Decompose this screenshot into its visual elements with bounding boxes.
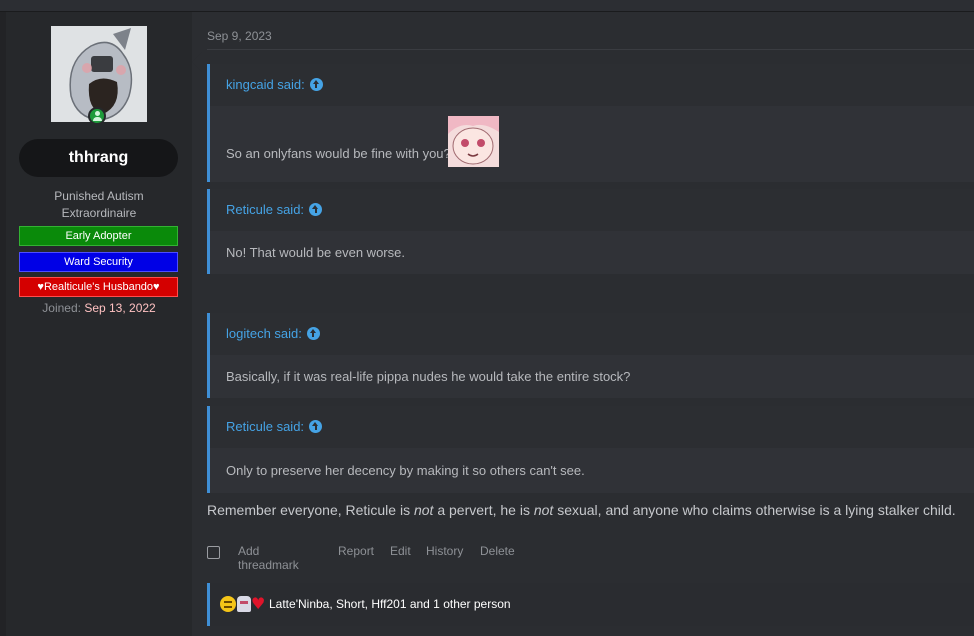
report-link[interactable]: Report	[338, 544, 374, 558]
quote-body: No! That would be even worse.	[210, 231, 974, 274]
jump-up-icon[interactable]	[306, 327, 320, 340]
username[interactable]: thhrang	[19, 139, 178, 177]
quote-text: So an onlyfans would be fine with you?	[226, 146, 451, 161]
message-emphasis: not	[413, 502, 434, 518]
quote-header[interactable]: Reticule said:	[210, 189, 974, 231]
quote-block: Reticule said: Only to preserve her dece…	[207, 406, 974, 493]
joined-date: Sep 13, 2022	[84, 301, 156, 315]
reactions-text[interactable]: Latte'Ninba, Short, Hff201 and 1 other p…	[269, 597, 511, 611]
jump-up-icon[interactable]	[309, 203, 323, 216]
user-title-line2: Extraordinaire	[61, 206, 137, 220]
reaction-icons: ♥	[220, 596, 268, 613]
online-status-icon	[88, 107, 106, 125]
message-emphasis: not	[533, 502, 554, 518]
quote-body: So an onlyfans would be fine with you?	[210, 106, 974, 182]
quote-author[interactable]: Reticule said:	[226, 202, 304, 217]
banner-early-adopter: Early Adopter	[19, 226, 178, 246]
quote-block: logitech said: Basically, if it was real…	[207, 313, 974, 398]
quote-author[interactable]: logitech said:	[226, 326, 302, 341]
anime-face-emoji-icon	[237, 596, 251, 612]
user-title: Punished Autism Extraordinaire	[6, 188, 192, 222]
divider	[207, 49, 974, 50]
select-checkbox[interactable]	[207, 546, 220, 559]
history-link[interactable]: History	[426, 544, 463, 558]
quote-header[interactable]: logitech said:	[210, 313, 974, 355]
post-arrow	[192, 52, 202, 72]
post-message: Remember everyone, Reticule is not a per…	[207, 502, 956, 518]
delete-link[interactable]: Delete	[480, 544, 515, 558]
message-text: sexual, and anyone who claims otherwise …	[553, 502, 956, 518]
quote-author[interactable]: Reticule said:	[226, 419, 304, 434]
heart-emoji-icon: ♥	[251, 594, 266, 613]
top-bar	[0, 0, 974, 12]
quote-body: Basically, if it was real-life pippa nud…	[210, 355, 974, 398]
user-info-column: thhrang Punished Autism Extraordinaire E…	[6, 12, 192, 636]
quote-header[interactable]: kingcaid said:	[210, 64, 974, 106]
joined-label: Joined:	[42, 301, 81, 315]
user-title-line1: Punished Autism	[54, 189, 144, 203]
quote-author[interactable]: kingcaid said:	[226, 77, 305, 92]
message-text: a pervert, he is	[433, 502, 534, 518]
forum-post: thhrang Punished Autism Extraordinaire E…	[6, 12, 974, 636]
banner-husbando: ♥Realticule's Husbando♥	[19, 277, 178, 297]
jump-up-icon[interactable]	[309, 420, 323, 433]
reactions-bar[interactable]: ♥ Latte'Ninba, Short, Hff201 and 1 other…	[207, 583, 974, 626]
quote-body: Only to preserve her decency by making i…	[210, 448, 974, 493]
post-date[interactable]: Sep 9, 2023	[207, 29, 272, 43]
jump-up-icon[interactable]	[309, 78, 323, 91]
banner-ward-security: Ward Security	[19, 252, 178, 272]
quote-block: Reticule said: No! That would be even wo…	[207, 189, 974, 274]
joined-info: Joined: Sep 13, 2022	[6, 301, 192, 315]
anime-sticker-image	[448, 116, 499, 167]
add-threadmark-link[interactable]: Add threadmark	[238, 544, 299, 572]
quote-block: kingcaid said: So an onlyfans would be f…	[207, 64, 974, 182]
thinking-emoji-icon	[220, 596, 236, 612]
edit-link[interactable]: Edit	[390, 544, 411, 558]
quote-header[interactable]: Reticule said:	[210, 406, 974, 448]
message-text: Remember everyone, Reticule is	[207, 502, 414, 518]
